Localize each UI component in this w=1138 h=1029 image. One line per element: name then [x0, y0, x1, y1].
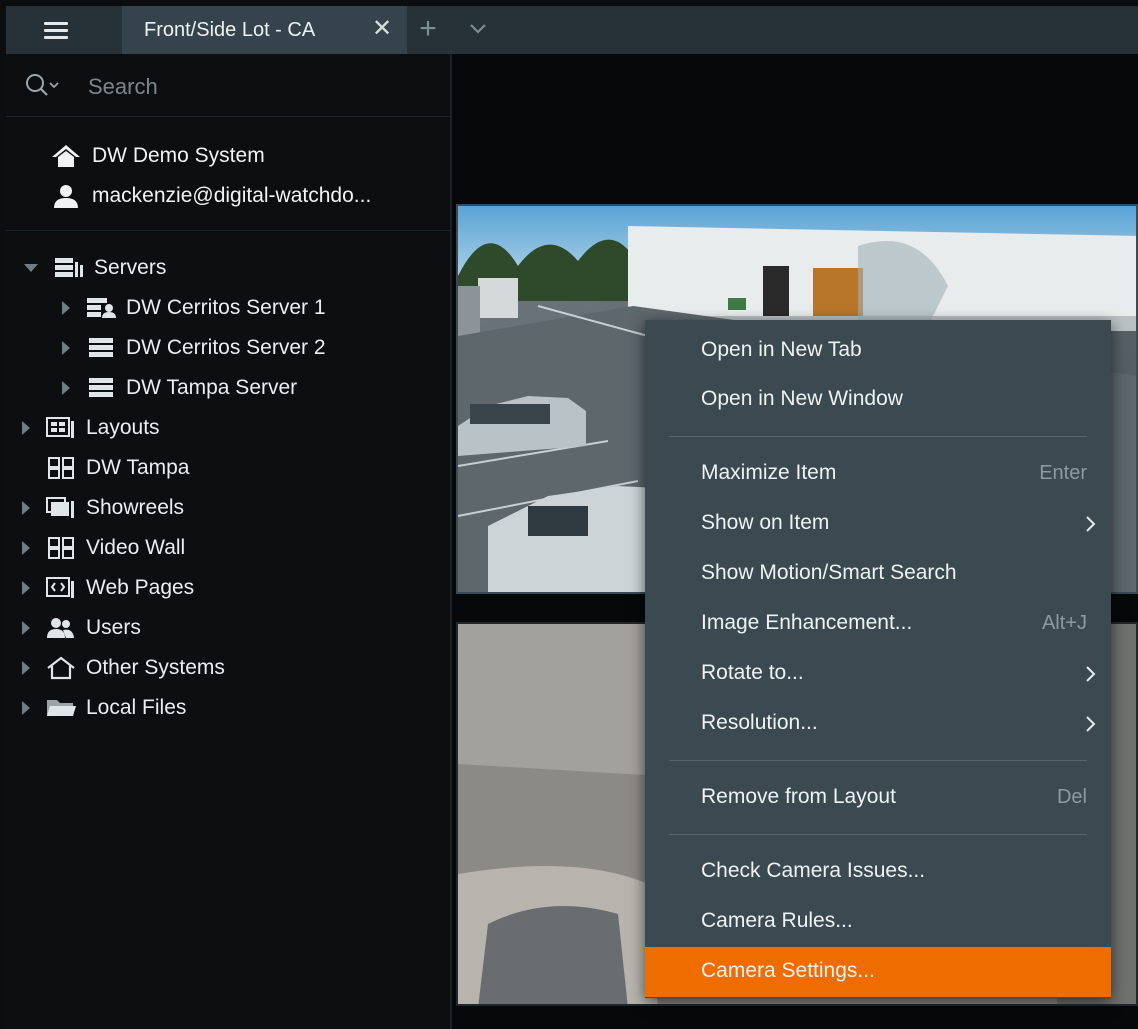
tree-label: DW Cerritos Server 2 — [126, 336, 326, 359]
tree-item-other-systems[interactable]: Other Systems — [22, 651, 225, 685]
menu-separator — [669, 436, 1087, 437]
menu-label: Remove from Layout — [701, 785, 896, 808]
tree-item-video-wall[interactable]: Video Wall — [22, 531, 185, 565]
hamburger-icon[interactable] — [36, 18, 86, 44]
system-name-row[interactable]: DW Demo System — [50, 140, 265, 172]
menu-label: Show on Item — [701, 511, 830, 534]
menu-shortcut: Alt+J — [1041, 612, 1087, 634]
tree-item-showreels[interactable]: Showreels — [22, 491, 184, 525]
menu-label: Image Enhancement... — [701, 611, 913, 634]
chevron-right-icon — [1086, 666, 1096, 682]
chevron-right-icon[interactable] — [62, 381, 70, 395]
server-group-icon — [52, 256, 86, 280]
menu-label: Open in New Window — [701, 387, 903, 410]
tree-label: Web Pages — [86, 576, 195, 599]
menu-item-check-camera-issues[interactable]: Check Camera Issues... — [645, 849, 1111, 895]
showreel-icon — [44, 496, 78, 520]
chevron-right-icon[interactable] — [22, 621, 30, 635]
menu-item-show-on-item[interactable]: Show on Item — [645, 501, 1111, 547]
tree-label: Other Systems — [86, 656, 225, 679]
user-name: mackenzie@digital-watchdo... — [92, 184, 372, 207]
chevron-down-icon[interactable] — [464, 16, 492, 42]
tree-item-layouts[interactable]: Layouts — [22, 411, 160, 445]
tree-label: Local Files — [86, 696, 187, 719]
tree-item-dw-tampa[interactable]: DW Tampa — [44, 451, 189, 485]
grid-icon — [44, 536, 78, 560]
menu-shortcut: Del — [1056, 786, 1087, 808]
tab-label: Front/Side Lot - CA — [144, 19, 316, 41]
menu-item-camera-rules[interactable]: Camera Rules... — [645, 899, 1111, 945]
menu-label: Show Motion/Smart Search — [701, 561, 957, 584]
menu-shortcut: Enter — [1039, 462, 1087, 484]
tree-label: Video Wall — [86, 536, 186, 559]
menu-item-resolution[interactable]: Resolution... — [645, 701, 1111, 747]
users-icon — [44, 616, 78, 640]
tree-item-servers[interactable]: Servers — [24, 251, 166, 285]
close-icon[interactable]: ✕ — [370, 16, 394, 42]
tree-item-server1[interactable]: DW Cerritos Server 1 — [62, 291, 326, 325]
context-menu: Open in New Tab Open in New Window Maxim… — [645, 320, 1111, 998]
tree-item-web-pages[interactable]: Web Pages — [22, 571, 194, 605]
other-systems-icon — [44, 656, 78, 680]
plus-icon[interactable]: + — [414, 14, 442, 44]
layout-icon — [44, 416, 78, 440]
chevron-right-icon — [1086, 716, 1096, 732]
menu-label: Check Camera Issues... — [701, 859, 926, 882]
chevron-right-icon — [1086, 516, 1096, 532]
server-icon — [84, 336, 118, 360]
tab-bar: Front/Side Lot - CA ✕ + — [6, 6, 1138, 54]
chevron-right-icon[interactable] — [22, 501, 30, 515]
menu-item-rotate[interactable]: Rotate to... — [645, 651, 1111, 697]
tree-item-users[interactable]: Users — [22, 611, 141, 645]
tree-label: Showreels — [86, 496, 185, 519]
tree-label: Servers — [94, 256, 167, 279]
menu-label: Resolution... — [701, 711, 818, 734]
web-page-icon — [44, 576, 78, 600]
tree-label: Layouts — [86, 416, 160, 439]
menu-item-remove-from-layout[interactable]: Remove from Layout Del — [645, 775, 1111, 821]
menu-item-open-new-tab[interactable]: Open in New Tab — [645, 328, 1111, 374]
chevron-right-icon[interactable] — [22, 581, 30, 595]
chevron-right-icon[interactable] — [22, 661, 30, 675]
tree-item-server2[interactable]: DW Cerritos Server 2 — [62, 331, 326, 365]
tree-item-local-files[interactable]: Local Files — [22, 691, 186, 725]
chevron-down-icon[interactable] — [24, 264, 38, 272]
menu-label: Camera Settings... — [701, 959, 875, 982]
tree-label: DW Tampa — [86, 456, 190, 479]
chevron-right-icon[interactable] — [62, 301, 70, 315]
menu-separator — [669, 834, 1087, 835]
search-icon[interactable] — [24, 72, 64, 100]
menu-label: Open in New Tab — [701, 338, 862, 361]
home-icon — [52, 145, 80, 167]
menu-item-maximize[interactable]: Maximize Item Enter — [645, 451, 1111, 497]
user-row[interactable]: mackenzie@digital-watchdo... — [50, 180, 371, 212]
tree-item-server3[interactable]: DW Tampa Server — [62, 371, 297, 405]
tree-label: DW Cerritos Server 1 — [126, 296, 326, 319]
tree-label: DW Tampa Server — [126, 376, 298, 399]
server-icon — [84, 296, 118, 320]
menu-label: Rotate to... — [701, 661, 804, 684]
server-icon — [84, 376, 118, 400]
user-icon — [54, 185, 78, 208]
chevron-right-icon[interactable] — [22, 421, 30, 435]
chevron-right-icon[interactable] — [22, 701, 30, 715]
menu-item-open-new-window[interactable]: Open in New Window — [645, 377, 1111, 423]
system-name: DW Demo System — [92, 144, 265, 167]
search-bar — [6, 54, 450, 117]
tab-front-side-lot[interactable]: Front/Side Lot - CA ✕ — [122, 6, 407, 54]
menu-label: Maximize Item — [701, 461, 837, 484]
folder-icon — [44, 696, 78, 720]
resource-tree-panel: DW Demo System mackenzie@digital-watchdo… — [6, 54, 450, 1029]
chevron-right-icon[interactable] — [22, 541, 30, 555]
search-input[interactable] — [86, 68, 430, 106]
menu-label: Camera Rules... — [701, 909, 853, 932]
menu-item-motion-search[interactable]: Show Motion/Smart Search — [645, 551, 1111, 597]
divider — [6, 230, 450, 231]
chevron-right-icon[interactable] — [62, 341, 70, 355]
menu-item-camera-settings[interactable]: Camera Settings... — [645, 947, 1111, 997]
menu-item-image-enhancement[interactable]: Image Enhancement... Alt+J — [645, 601, 1111, 647]
grid-icon — [44, 456, 78, 480]
tree-label: Users — [86, 616, 141, 639]
menu-separator — [669, 760, 1087, 761]
